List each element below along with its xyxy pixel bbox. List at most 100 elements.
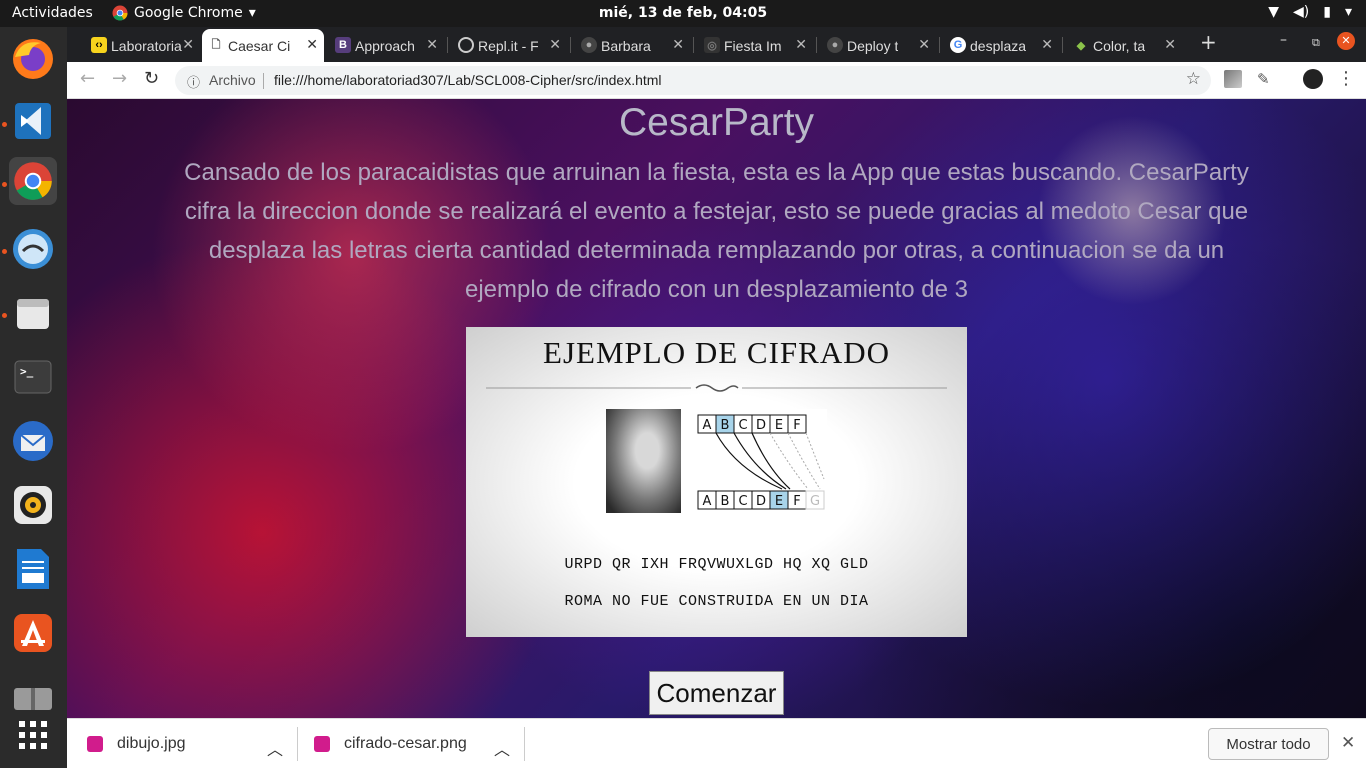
image-file-icon	[314, 736, 330, 752]
close-icon[interactable]: ✕	[1341, 733, 1355, 753]
chevron-down-icon: ▾	[1344, 4, 1352, 20]
bootstrap-icon: B	[335, 37, 351, 53]
close-icon[interactable]: ✕	[306, 36, 318, 53]
terminal-icon[interactable]: >_	[9, 353, 57, 401]
battery-icon: ▮	[1323, 4, 1331, 20]
tab-barbara[interactable]: ● Barbara ✕	[575, 29, 690, 62]
system-top-bar: Actividades Google Chrome ▾ mié, 13 de f…	[0, 0, 1366, 27]
close-icon[interactable]: ✕	[918, 36, 930, 53]
dock: >_	[0, 27, 67, 768]
chrome-window: ‹› Laboratoria ✕ 🗋 Caesar Cipher ✕ B App…	[67, 27, 1366, 718]
close-icon[interactable]: ✕	[182, 36, 194, 53]
close-icon[interactable]: ✕	[549, 36, 561, 53]
tab-label: Repl.it - F	[478, 37, 538, 54]
menu-icon[interactable]: ⋮	[1337, 68, 1355, 89]
cool-retro-term-icon[interactable]	[9, 225, 57, 273]
tab-strip: ‹› Laboratoria ✕ 🗋 Caesar Cipher ✕ B App…	[67, 27, 1366, 62]
close-icon[interactable]: ✕	[672, 36, 684, 53]
letter-label: C	[738, 418, 747, 433]
letter-label: G	[810, 494, 820, 509]
caesar-bust-image	[606, 409, 681, 513]
tab-color[interactable]: ◆ Color, ta ✕	[1067, 29, 1182, 62]
fiesta-icon: ◎	[704, 37, 720, 53]
color-icon: ◆	[1076, 39, 1086, 52]
close-icon[interactable]: ✕	[795, 36, 807, 53]
tab-label: Laboratoria	[111, 37, 182, 54]
github-icon: ●	[827, 37, 843, 53]
cipher-text: URPD QR IXH FRQVWUXLGD HQ XQ GLD	[564, 556, 869, 573]
cipher-example-card: EJEMPLO DE CIFRADO ABCDEF ABCDEFG URPD Q…	[466, 327, 967, 637]
libreoffice-writer-icon[interactable]	[9, 545, 57, 593]
browser-toolbar: ← → ↻ ⓘ Archivo file:///home/laboratoria…	[67, 62, 1366, 99]
download-item[interactable]: dibujo.jpg	[87, 719, 186, 768]
start-button[interactable]: Comenzar	[649, 671, 784, 715]
tab-label: Deploy t	[847, 37, 899, 54]
system-tray[interactable]: ▼ ◀) ▮ ▾	[1268, 4, 1352, 20]
tab-label: Barbara	[601, 37, 651, 54]
tab-replit[interactable]: Repl.it - F ✕	[452, 29, 567, 62]
svg-text:>_: >_	[20, 365, 34, 378]
address-bar[interactable]: ⓘ Archivo file:///home/laboratoriad307/L…	[175, 66, 1211, 95]
tab-desplaza[interactable]: G desplaza ✕	[944, 29, 1059, 62]
letter-label: D	[756, 494, 766, 509]
rhythmbox-icon[interactable]	[9, 481, 57, 529]
plain-text: ROMA NO FUE CONSTRUIDA EN UN DIA	[564, 593, 869, 610]
url-text[interactable]: file:///home/laboratoriad307/Lab/SCL008-…	[274, 72, 662, 88]
reload-button[interactable]: ↻	[144, 68, 159, 89]
tab-label: desplaza	[970, 37, 1027, 54]
google-icon: G	[950, 37, 966, 53]
letter-label: E	[775, 418, 783, 433]
page-content: CesarParty Cansado de los paracaidistas …	[67, 99, 1366, 718]
download-item[interactable]: cifrado-cesar.png	[314, 719, 467, 768]
close-window-button[interactable]: ✕	[1337, 32, 1355, 50]
files-icon[interactable]	[9, 289, 57, 337]
tab-label: Color, ta	[1093, 37, 1146, 54]
back-button[interactable]: ←	[80, 68, 95, 89]
close-icon[interactable]: ✕	[1164, 36, 1176, 53]
letter-label: B	[721, 494, 730, 509]
laboratoria-icon: ‹›	[91, 37, 107, 53]
letter-label: A	[703, 418, 712, 433]
volume-icon: ◀)	[1293, 4, 1310, 20]
tab-caesar-cipher[interactable]: 🗋 Caesar Cipher ✕	[202, 29, 324, 62]
github-icon: ●	[581, 37, 597, 53]
chrome-icon[interactable]	[9, 157, 57, 205]
clock[interactable]: mié, 13 de feb, 04:05	[0, 5, 1366, 21]
tab-deploy[interactable]: ● Deploy t ✕	[821, 29, 936, 62]
tab-laboratoria[interactable]: ‹› Laboratoria ✕	[85, 29, 200, 62]
close-icon[interactable]: ✕	[426, 36, 438, 53]
chevron-up-icon[interactable]: ︿	[494, 736, 510, 760]
page-title: CesarParty	[618, 101, 815, 144]
tab-label: Approach	[355, 37, 415, 54]
replit-icon	[458, 37, 474, 53]
downloads-bar: dibujo.jpg ︿ cifrado-cesar.png ︿ Mostrar…	[67, 718, 1366, 768]
apps-grid-icon[interactable]	[9, 711, 57, 759]
extension-icon[interactable]	[1224, 70, 1242, 88]
download-filename: cifrado-cesar.png	[344, 735, 467, 752]
tab-label: Caesar Cipher	[228, 37, 290, 54]
file-icon: 🗋	[211, 38, 221, 51]
wifi-icon: ▼	[1268, 4, 1280, 20]
info-icon[interactable]: ⓘ	[187, 72, 200, 91]
tab-approach[interactable]: B Approach ✕	[329, 29, 444, 62]
forward-button[interactable]: →	[112, 68, 127, 89]
letter-label: E	[775, 494, 783, 509]
letter-label: F	[793, 494, 800, 509]
minimize-button[interactable]: –	[1280, 32, 1287, 48]
firefox-icon[interactable]	[9, 35, 57, 83]
bookmark-star-icon[interactable]: ☆	[1186, 69, 1201, 89]
chevron-up-icon[interactable]: ︿	[267, 736, 283, 760]
profile-avatar[interactable]	[1303, 69, 1323, 89]
vscode-icon[interactable]	[9, 97, 57, 145]
page-description: Cansado de los paracaidistas que arruina…	[184, 159, 1249, 303]
close-icon[interactable]: ✕	[1041, 36, 1053, 53]
eyedropper-icon[interactable]: ✎	[1257, 70, 1275, 88]
tab-label: Fiesta Im	[724, 37, 782, 54]
shift-diagram: ABCDEF ABCDEFG	[696, 409, 827, 513]
show-all-button[interactable]: Mostrar todo	[1208, 728, 1329, 760]
tab-fiesta[interactable]: ◎ Fiesta Im ✕	[698, 29, 813, 62]
new-tab-button[interactable]: +	[1200, 30, 1217, 54]
maximize-button[interactable]: ⧉	[1312, 36, 1320, 50]
software-center-icon[interactable]	[9, 609, 57, 657]
thunderbird-icon[interactable]	[9, 417, 57, 465]
